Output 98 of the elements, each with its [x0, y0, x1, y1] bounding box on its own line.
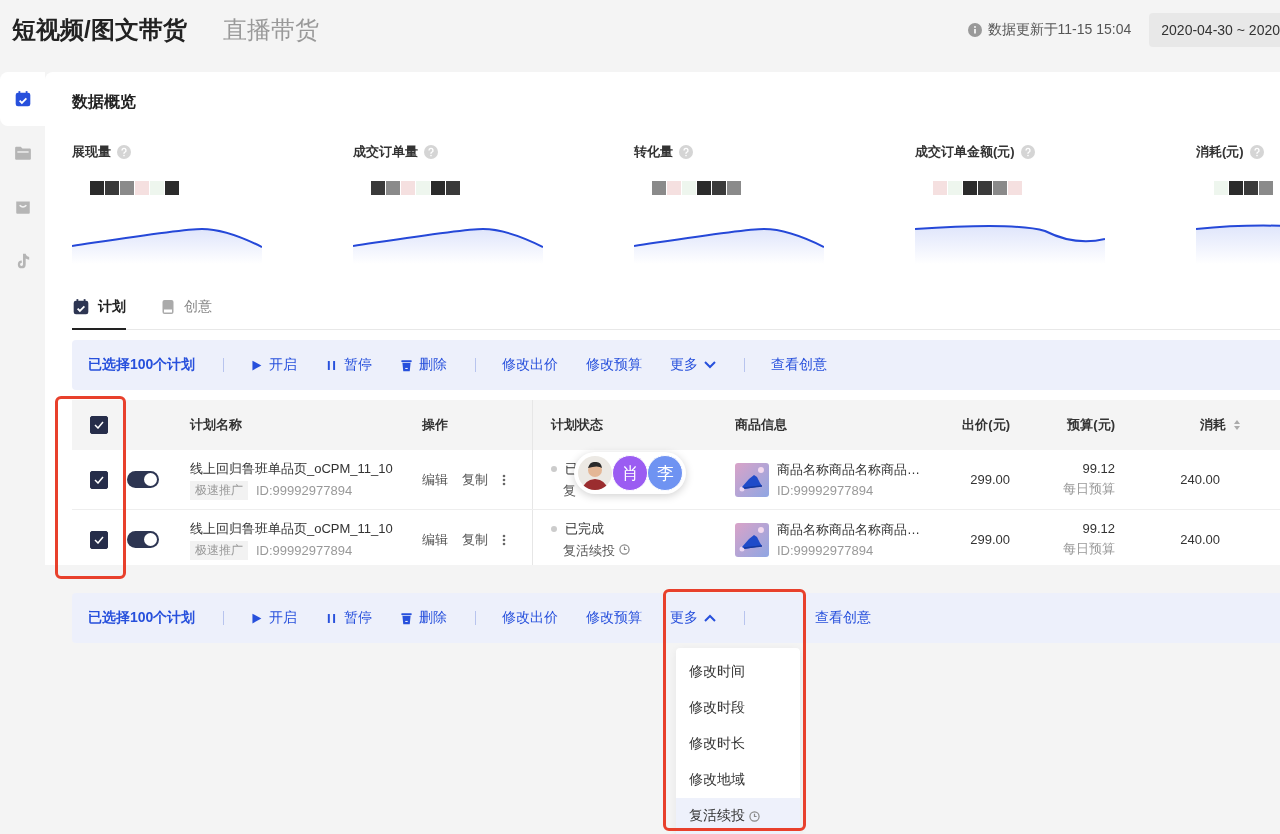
action-button[interactable]: 暂停	[325, 356, 373, 374]
checkmark-icon	[93, 421, 104, 429]
menu-item[interactable]: 修改时间	[676, 654, 800, 690]
view-creative-link[interactable]: 查看创意	[815, 609, 872, 627]
chevron-down-icon	[704, 361, 717, 369]
metric-label: 展现量	[72, 143, 111, 161]
toggle-switch[interactable]	[127, 471, 159, 488]
sort-icon[interactable]	[1234, 420, 1240, 430]
spend-value: 240.00	[1180, 472, 1220, 487]
row-action-link[interactable]: 复制	[462, 530, 488, 549]
status-dot	[551, 465, 557, 472]
menu-item[interactable]: 修改时段	[676, 690, 800, 726]
column-header: 消耗	[1200, 416, 1226, 434]
content-tab[interactable]: 创意	[160, 292, 212, 330]
play-icon	[250, 358, 264, 372]
clock-icon	[749, 810, 760, 822]
column-header: 出价(元)	[962, 416, 1010, 434]
plan-name[interactable]: 线上回归鲁班单品页_oCPM_11_10	[190, 519, 393, 538]
toggle-switch[interactable]	[127, 531, 159, 548]
plan-id: ID:99992977894	[256, 483, 353, 498]
column-header: 计划状态	[551, 416, 603, 434]
checkmark-icon	[93, 535, 104, 544]
view-creative-link[interactable]: 查看创意	[771, 356, 828, 374]
plan-id: ID:99992977894	[256, 543, 353, 558]
info-icon	[967, 23, 982, 37]
bid-value: 299.00	[970, 532, 1010, 547]
metric-label: 转化量	[634, 143, 673, 161]
action-button[interactable]: 修改预算	[586, 609, 643, 627]
plan-tag: 极速推广	[190, 540, 248, 560]
trash-icon	[400, 358, 414, 372]
help-icon[interactable]	[679, 145, 693, 159]
more-button[interactable]: 更多	[670, 356, 717, 374]
tray-icon	[13, 198, 32, 216]
tablet-icon	[160, 299, 176, 315]
action-button[interactable]: 开启	[250, 356, 298, 374]
budget-value: 99.12	[1082, 461, 1115, 476]
action-button[interactable]: 修改出价	[502, 609, 559, 627]
plan-tag: 极速推广	[190, 480, 248, 500]
date-range-picker[interactable]: 2020-04-30 ~ 2020	[1149, 13, 1280, 47]
action-button[interactable]: 修改出价	[502, 356, 559, 374]
budget-note: 每日预算	[1063, 480, 1115, 498]
calendar-icon	[72, 298, 90, 316]
avatar: 李	[647, 455, 683, 491]
content-tab[interactable]: 计划	[72, 292, 126, 330]
more-icon[interactable]	[502, 533, 506, 546]
help-icon[interactable]	[424, 145, 438, 159]
plan-name[interactable]: 线上回归鲁班单品页_oCPM_11_10	[190, 459, 393, 478]
section-title: 数据概览	[72, 92, 137, 112]
action-button[interactable]: 删除	[400, 609, 448, 627]
help-icon[interactable]	[117, 145, 131, 159]
more-button[interactable]: 更多	[670, 609, 717, 627]
product-name: 商品名称商品名称商品…	[777, 461, 920, 479]
column-header: 操作	[422, 416, 448, 434]
metric-label: 成交订单量	[353, 143, 418, 161]
column-header: 计划名称	[190, 416, 242, 434]
budget-note: 每日预算	[1063, 540, 1115, 558]
clock-icon	[619, 544, 630, 555]
row-action-link[interactable]: 复制	[462, 470, 488, 489]
action-button[interactable]: 开启	[250, 609, 298, 627]
header-tab[interactable]: 短视频/图文带货	[12, 14, 187, 46]
chevron-up-icon	[704, 614, 717, 622]
help-icon[interactable]	[1020, 145, 1035, 159]
row-action-link[interactable]: 编辑	[422, 530, 448, 549]
row-action-link[interactable]: 编辑	[422, 470, 448, 489]
sidebar-item[interactable]	[0, 72, 45, 126]
metric-label: 成交订单金额(元)	[915, 143, 1015, 161]
status-dot	[551, 525, 557, 532]
action-button[interactable]: 暂停	[325, 609, 373, 627]
product-name: 商品名称商品名称商品…	[777, 521, 920, 539]
column-header: 商品信息	[735, 416, 787, 434]
plan-status: 已完成	[565, 519, 604, 538]
status-note: 复活续投	[563, 541, 615, 560]
calendar-icon	[13, 90, 32, 108]
checkbox[interactable]	[89, 470, 108, 489]
update-time: 数据更新于11-15 15:04	[987, 21, 1132, 39]
status-note: 复	[563, 481, 576, 500]
menu-item[interactable]: 修改时长	[676, 726, 800, 762]
menu-item[interactable]: 修改地域	[676, 762, 800, 798]
column-header: 预算(元)	[1067, 416, 1115, 434]
checkbox[interactable]	[89, 530, 108, 549]
help-icon[interactable]	[1249, 145, 1264, 159]
more-icon[interactable]	[502, 473, 506, 486]
selection-count: 已选择100个计划	[88, 609, 196, 627]
trash-icon	[400, 611, 414, 625]
budget-value: 99.12	[1082, 521, 1115, 536]
selection-count: 已选择100个计划	[88, 356, 196, 374]
play-icon	[250, 611, 264, 625]
folder-icon	[13, 144, 32, 162]
checkbox[interactable]	[89, 416, 108, 434]
avatar: 肖	[612, 455, 648, 491]
bid-value: 299.00	[970, 472, 1010, 487]
metric-label: 消耗(元)	[1196, 143, 1244, 161]
product-id: ID:99992977894	[777, 543, 875, 558]
checkmark-icon	[93, 475, 104, 484]
spend-value: 240.00	[1180, 532, 1220, 547]
action-button[interactable]: 删除	[400, 356, 448, 374]
product-id: ID:99992977894	[777, 483, 875, 498]
action-button[interactable]: 修改预算	[586, 356, 643, 374]
